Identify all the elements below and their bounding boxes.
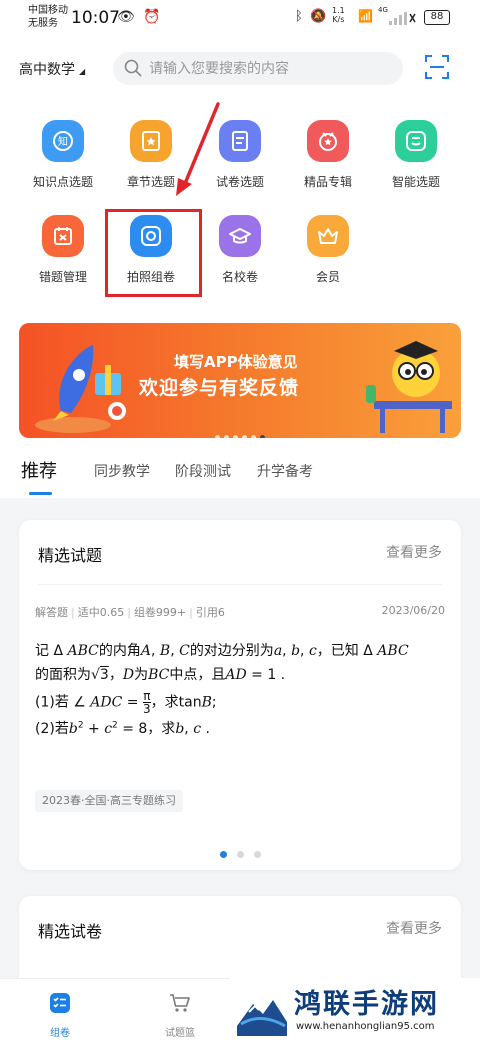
question-line[interactable]: (2)若b2 + c2 = 8，求b, c . xyxy=(35,718,450,738)
grid-item-famous-school[interactable]: 名校卷 xyxy=(197,215,283,295)
tab-entrance-prep[interactable]: 升学备考 xyxy=(257,461,313,481)
nav-label: 组卷 xyxy=(50,1028,70,1039)
carrier-name: 中国移动 xyxy=(28,5,68,16)
compose-paper-icon xyxy=(50,993,70,1013)
watermark-logo xyxy=(235,984,289,1036)
grid-item-wrong-questions[interactable]: 错题管理 xyxy=(20,215,106,295)
svg-text:知: 知 xyxy=(58,135,68,148)
carrier-info: 中国移动 无服务 xyxy=(28,4,68,30)
search-header: 高中数学 ◢ xyxy=(0,40,480,100)
signal-icon xyxy=(389,12,416,25)
pager-dot[interactable] xyxy=(236,851,244,858)
source-tag: 2023春·全国·高三专题练习 xyxy=(35,790,183,812)
paper-count: 组卷999+ xyxy=(133,606,187,619)
question-line[interactable]: 的面积为√3，D为BC中点，且AD = 1 . xyxy=(35,664,450,684)
question-line[interactable]: (1)若 ∠ ADC = π 3 ，求tanB; xyxy=(35,690,450,715)
eye-icon: 👁 xyxy=(117,9,135,25)
watermark-title: 鸿联手游网 xyxy=(294,989,439,1020)
caret-down-icon: ◢ xyxy=(79,67,86,76)
card-pagination xyxy=(19,843,461,862)
nav-compose-paper[interactable]: 组卷 xyxy=(20,991,100,1039)
subject-label: 高中数学 xyxy=(19,62,75,78)
question-line[interactable]: 记 Δ ABC的内角A, B, C的对边分别为a, b, c，已知 Δ ABC xyxy=(35,640,450,660)
citation-count: 引用6 xyxy=(195,606,225,619)
tab-stage-test[interactable]: 阶段测试 xyxy=(175,461,231,481)
tab-sync-teaching[interactable]: 同步教学 xyxy=(94,461,150,481)
highlight-box xyxy=(105,209,202,297)
question-type: 解答题 xyxy=(35,606,68,619)
watermark: 鸿联手游网 www.henanhonglian95.com xyxy=(230,978,480,1040)
watermark-url: www.henanhonglian95.com xyxy=(296,1021,435,1032)
grid-label: 智能选题 xyxy=(391,175,440,189)
search-input[interactable] xyxy=(149,52,389,85)
search-icon xyxy=(124,59,142,77)
card-title: 精选试题 xyxy=(38,546,103,565)
status-icons-right: ᛒ 🔕 xyxy=(295,9,326,24)
view-more-link[interactable]: 查看更多 xyxy=(386,918,442,938)
banner-dot xyxy=(215,435,220,438)
net-speed: 1.1 K/s xyxy=(332,6,345,24)
carrier-service: 无服务 xyxy=(28,18,58,29)
grid-label: 会员 xyxy=(315,270,340,284)
grid-label: 名校卷 xyxy=(221,270,258,284)
net-speed-value: 1.1 xyxy=(332,6,345,15)
grid-item-smart[interactable]: 智能选题 xyxy=(373,120,459,200)
status-bar: 中国移动 无服务 10:07 👁 ⏰ ᛒ 🔕 1.1 K/s 📶 4G 88 xyxy=(0,0,480,40)
chapter-icon xyxy=(130,120,172,162)
nav-question-basket[interactable]: 试题篮 xyxy=(140,991,220,1039)
cart-icon xyxy=(170,994,190,1012)
content-tabs: 推荐 同步教学 阶段测试 升学备考 xyxy=(0,457,480,497)
pager-dot[interactable] xyxy=(219,851,227,858)
album-icon xyxy=(307,120,349,162)
mute-icon: 🔕 xyxy=(309,9,327,24)
tab-indicator xyxy=(29,492,52,495)
rocket-illustration xyxy=(35,345,126,433)
main-section: 知 知识点选题 章节选题 试卷选题 精品专辑 智能选题 错题管理 拍照组卷 名校… xyxy=(0,100,480,498)
status-time: 10:07 xyxy=(71,8,120,28)
question-meta: 解答题 | 适中0.65 | 组卷999+ | 引用6 xyxy=(35,606,225,619)
view-more-link[interactable]: 查看更多 xyxy=(386,542,442,562)
grid-label: 错题管理 xyxy=(38,270,87,284)
banner-dot xyxy=(260,435,265,438)
nav-label: 试题篮 xyxy=(165,1028,195,1039)
grid-label: 知识点选题 xyxy=(32,175,93,189)
red-arrow-icon xyxy=(176,102,220,196)
bluetooth-icon: ᛒ xyxy=(295,9,303,24)
search-bar[interactable] xyxy=(113,52,403,85)
question-date: 2023/06/20 xyxy=(381,604,445,617)
divider xyxy=(38,584,442,585)
wifi-icon: 📶 xyxy=(358,9,373,23)
subject-selector[interactable]: 高中数学 ◢ xyxy=(19,59,85,79)
battery-icon: 88 xyxy=(424,10,450,25)
feedback-banner[interactable]: 填写APP体验意见 欢迎参与有奖反馈 xyxy=(19,323,461,438)
alarm-icon: ⏰ xyxy=(143,9,161,25)
difficulty: 适中0.65 xyxy=(77,606,125,619)
crown-icon xyxy=(307,215,349,257)
mascot-illustration xyxy=(366,341,452,433)
net-speed-unit: K/s xyxy=(332,15,345,24)
banner-pagination xyxy=(19,425,461,438)
status-icons-left: 👁 ⏰ xyxy=(117,9,161,25)
banner-dot xyxy=(233,435,238,438)
grid-item-album[interactable]: 精品专辑 xyxy=(285,120,371,200)
wrong-question-icon xyxy=(42,215,84,257)
knowledge-icon: 知 xyxy=(42,120,84,162)
grid-item-knowledge[interactable]: 知 知识点选题 xyxy=(20,120,106,200)
smart-icon xyxy=(395,120,437,162)
card-title: 精选试卷 xyxy=(38,922,103,941)
grid-item-member[interactable]: 会员 xyxy=(285,215,371,295)
scan-icon[interactable] xyxy=(424,54,450,80)
grid-label: 精品专辑 xyxy=(303,175,352,189)
banner-line1: 填写APP体验意见 xyxy=(174,353,298,371)
graduation-cap-icon xyxy=(219,215,261,257)
selected-questions-card: 精选试题 查看更多 解答题 | 适中0.65 | 组卷999+ | 引用6 2023/06/… xyxy=(19,520,461,870)
banner-dot xyxy=(242,435,247,438)
tab-recommend[interactable]: 推荐 xyxy=(21,457,57,483)
banner-line2: 欢迎参与有奖反馈 xyxy=(139,377,300,399)
network-type: 4G xyxy=(378,6,388,14)
banner-dot xyxy=(224,435,229,438)
pager-dot[interactable] xyxy=(253,851,261,858)
banner-dot xyxy=(251,435,256,438)
